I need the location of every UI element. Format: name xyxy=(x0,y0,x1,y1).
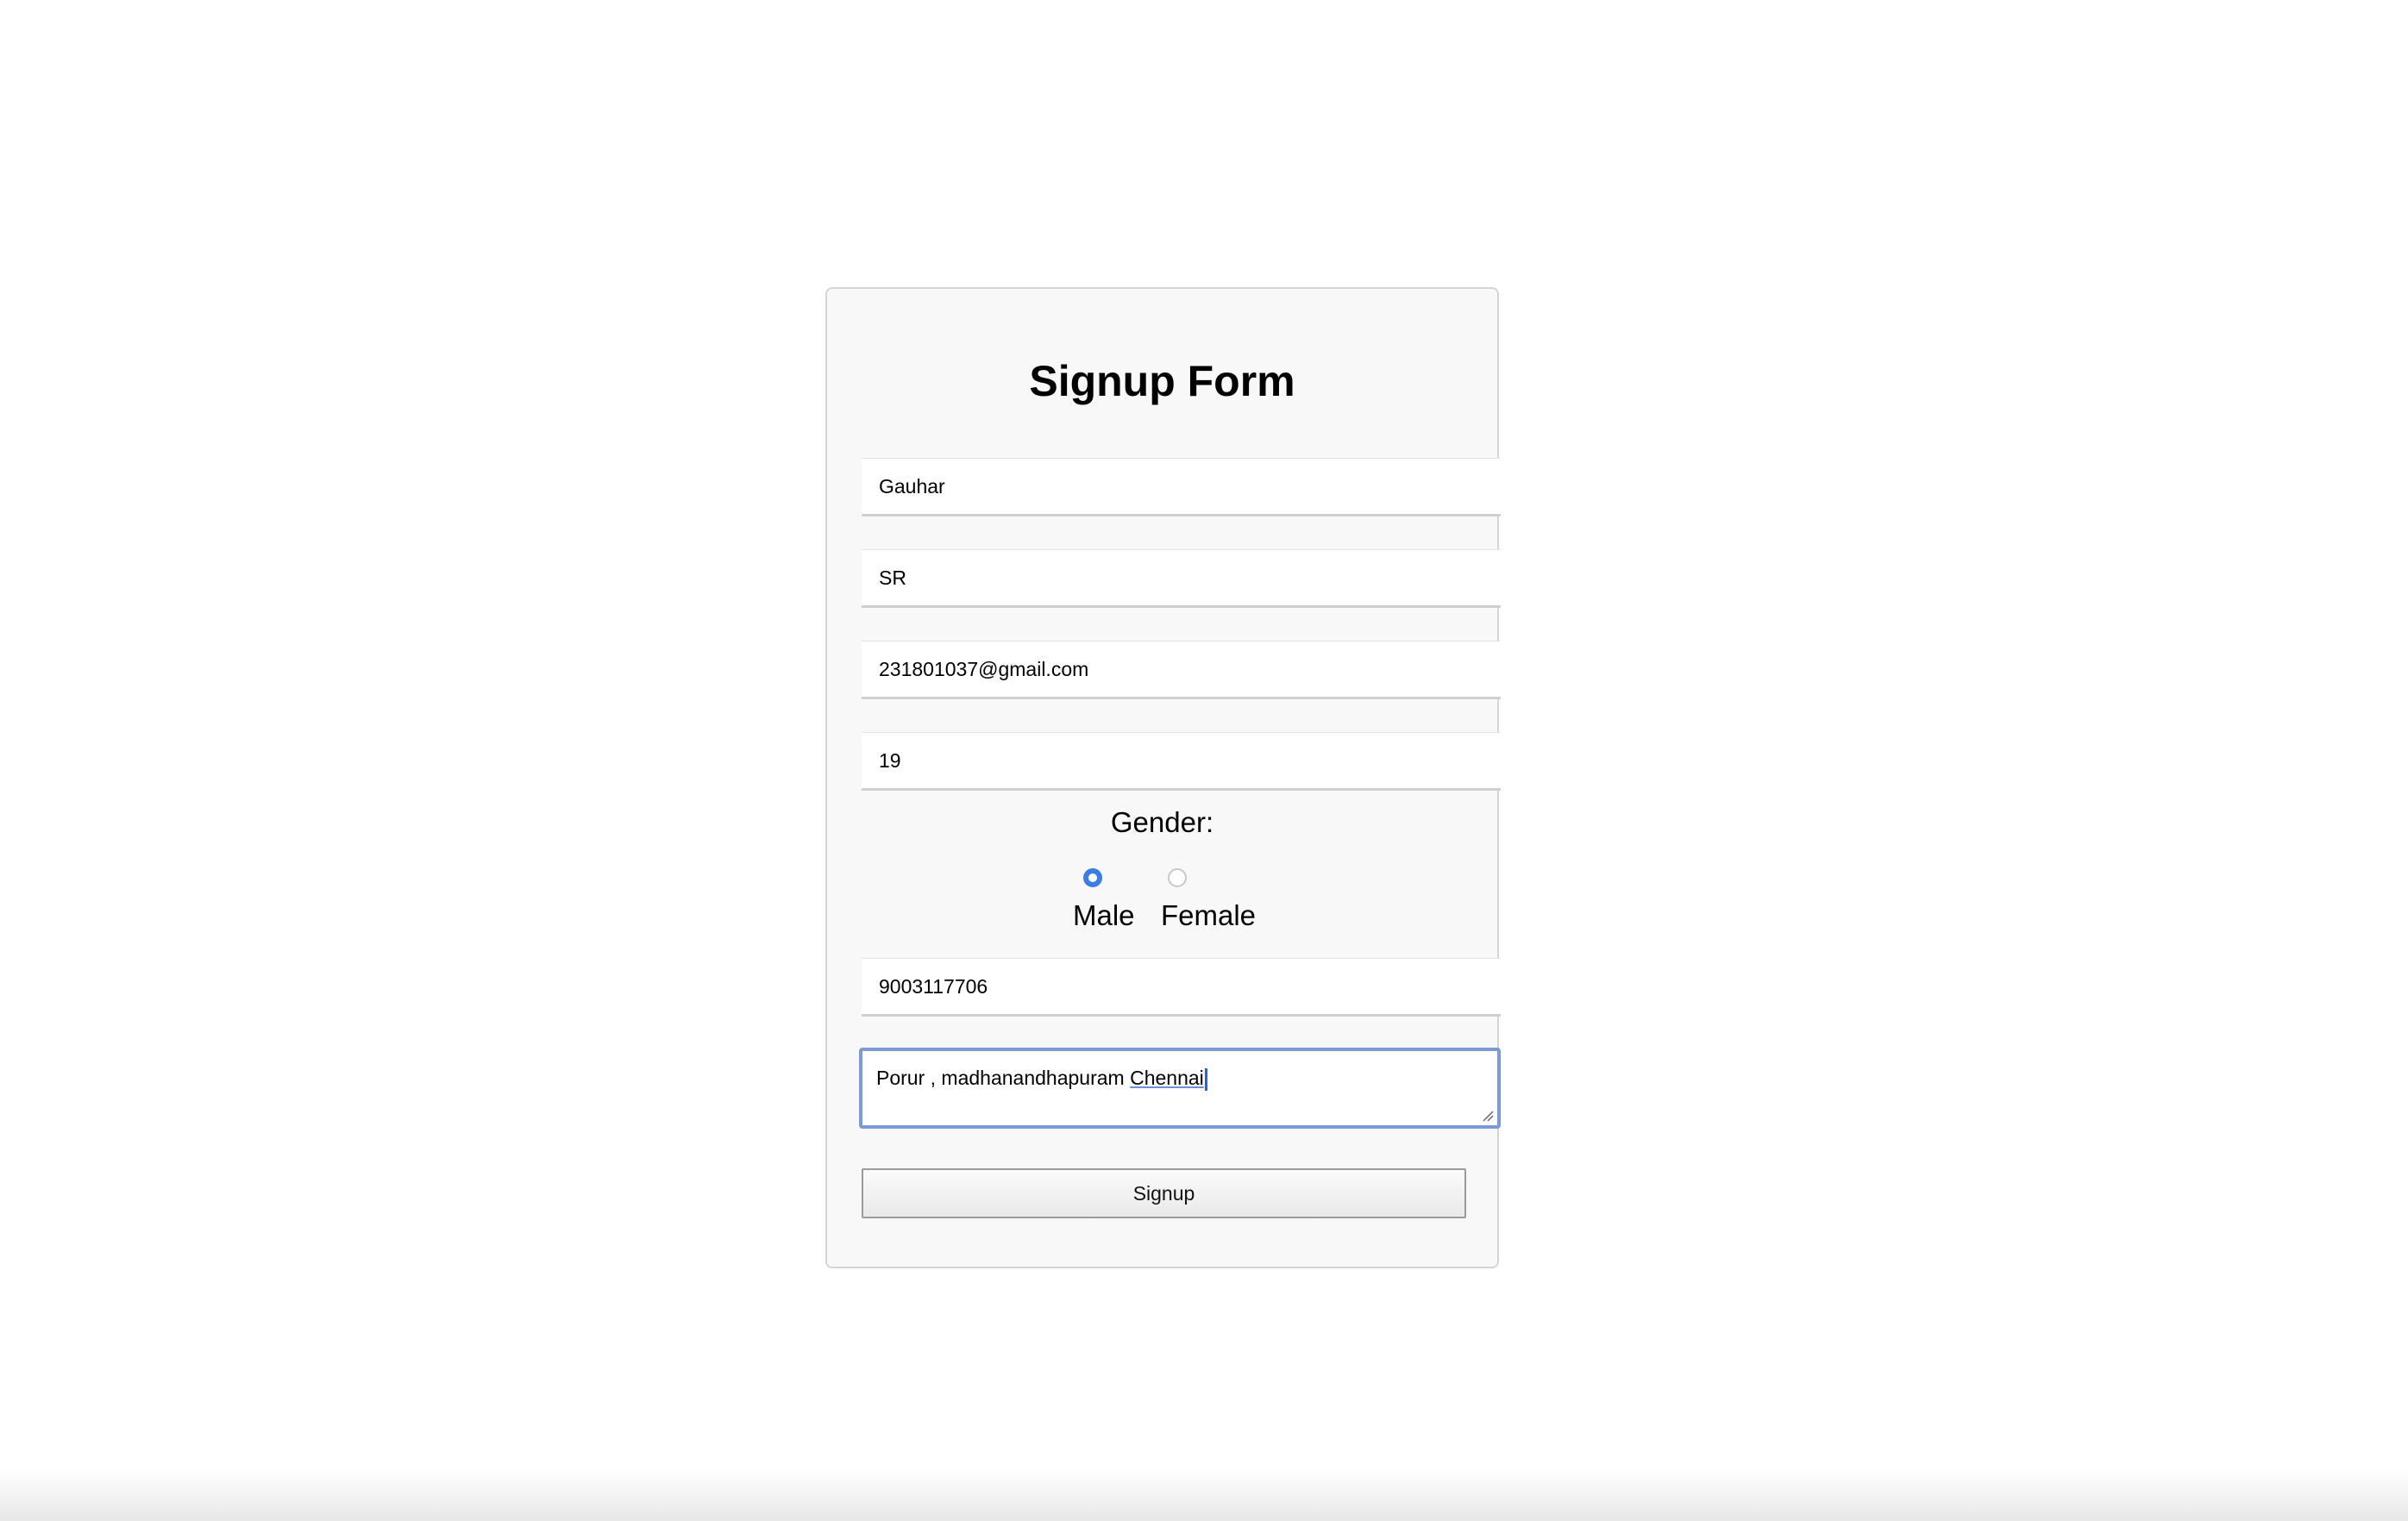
bottom-shadow xyxy=(0,1469,2408,1521)
address-textarea[interactable]: Porur , madhanandhapuram Chennai xyxy=(859,1048,1501,1129)
gender-label: Gender: xyxy=(1110,806,1214,838)
first-name-input[interactable]: Gauhar xyxy=(862,458,1501,516)
male-radio[interactable] xyxy=(1083,868,1102,887)
signup-button[interactable]: Signup xyxy=(862,1168,1466,1218)
signup-form-card: Signup Form Gauhar SR 231801037@gmail.co… xyxy=(825,287,1501,1268)
female-radio[interactable] xyxy=(1168,868,1187,887)
gender-radio-group: Male Female xyxy=(827,868,1497,955)
resize-handle-icon[interactable] xyxy=(1482,1110,1494,1122)
form-title: Signup Form xyxy=(1029,357,1295,405)
last-name-input[interactable]: SR xyxy=(862,549,1501,608)
gender-option-female[interactable]: Female xyxy=(1161,868,1282,955)
male-label[interactable]: Male xyxy=(1073,899,1135,932)
age-input[interactable]: 19 xyxy=(862,732,1501,791)
email-input[interactable]: 231801037@gmail.com xyxy=(862,641,1501,699)
address-text: Porur , madhanandhapuram xyxy=(876,1067,1131,1089)
page: Signup Form Gauhar SR 231801037@gmail.co… xyxy=(0,0,2408,1521)
address-misspelled-word: Chennai xyxy=(1130,1067,1204,1089)
text-caret xyxy=(1204,1067,1207,1091)
female-label[interactable]: Female xyxy=(1161,899,1256,932)
phone-input[interactable]: 9003117706 xyxy=(862,958,1501,1017)
